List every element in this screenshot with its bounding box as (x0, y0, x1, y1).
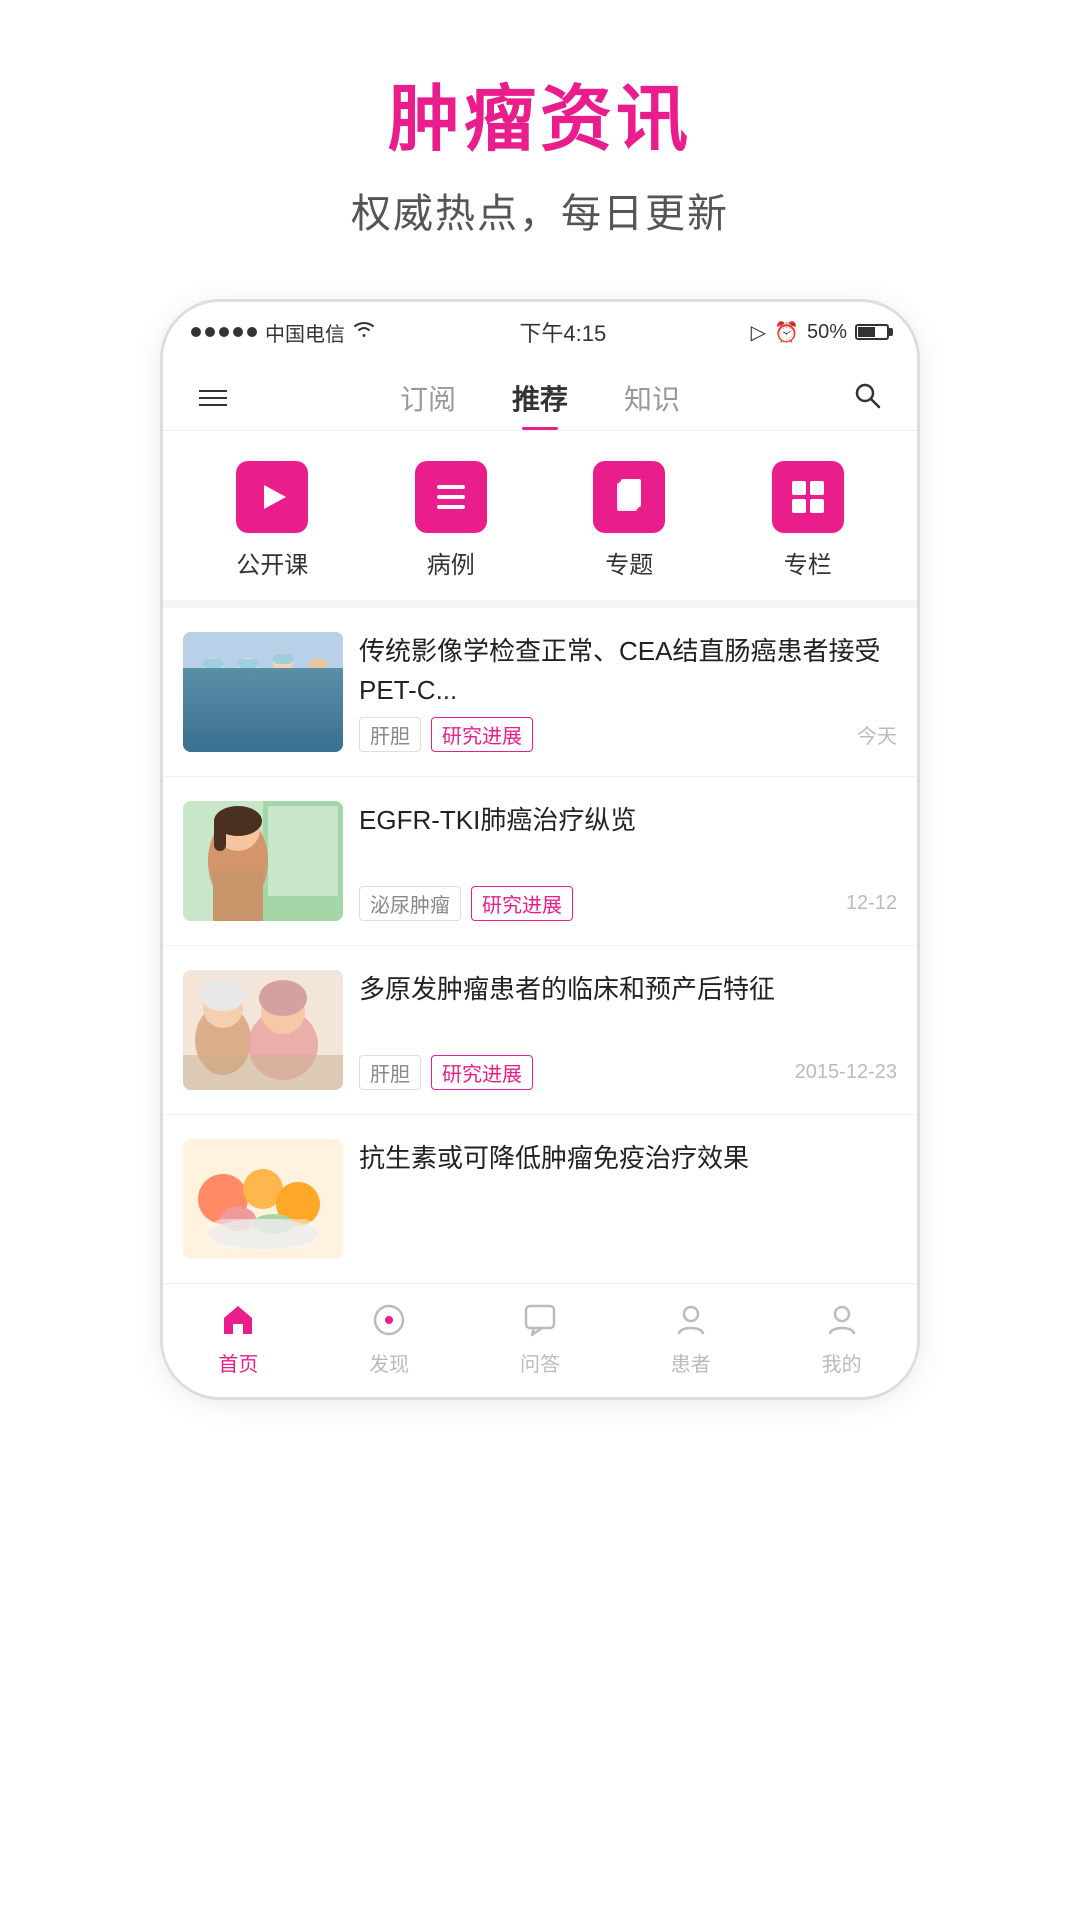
tag-hepatic: 肝胆 (359, 1055, 421, 1090)
topics-label: 专题 (605, 545, 653, 580)
tag-research: 研究进展 (431, 1055, 533, 1090)
article-title: EGFR-TKI肺癌治疗纵览 (359, 801, 897, 840)
article-list: 传统影像学检查正常、CEA结直肠癌患者接受PET-C... 肝胆 研究进展 今天 (163, 608, 917, 1283)
page-subtitle: 权威热点，每日更新 (351, 181, 729, 239)
topics-icon (593, 461, 665, 533)
search-button[interactable] (845, 373, 889, 424)
article-item[interactable]: EGFR-TKI肺癌治疗纵览 泌尿肿瘤 研究进展 12-12 (163, 777, 917, 946)
status-left: 中国电信 (191, 318, 375, 347)
category-topics[interactable]: 专题 (593, 461, 665, 580)
article-item[interactable]: 多原发肿瘤患者的临床和预产后特征 肝胆 研究进展 2015-12-23 (163, 946, 917, 1115)
article-thumb (183, 970, 343, 1090)
alarm-icon: ⏰ (774, 320, 799, 345)
battery-bar (855, 324, 889, 340)
categories: 公开课 病例 专题 (163, 431, 917, 608)
signal-dots (191, 327, 257, 337)
menu-button[interactable] (191, 382, 235, 414)
home-icon (216, 1298, 260, 1342)
category-opencourse[interactable]: 公开课 (236, 461, 308, 580)
bottom-nav: 首页 发现 问答 (163, 1283, 917, 1397)
columns-label: 专栏 (784, 545, 832, 580)
mine-icon (820, 1298, 864, 1342)
cases-label: 病例 (427, 545, 475, 580)
category-cases[interactable]: 病例 (415, 461, 487, 580)
article-item[interactable]: 传统影像学检查正常、CEA结直肠癌患者接受PET-C... 肝胆 研究进展 今天 (163, 608, 917, 777)
home-label: 首页 (218, 1348, 258, 1377)
article-meta: 肝胆 研究进展 今天 (359, 717, 897, 752)
tag-research: 研究进展 (471, 886, 573, 921)
patients-icon (669, 1298, 713, 1342)
location-icon: ▷ (751, 320, 766, 345)
bottom-nav-qa[interactable]: 问答 (465, 1298, 616, 1377)
status-time: 下午4:15 (519, 316, 606, 348)
patients-label: 患者 (671, 1348, 711, 1377)
bottom-nav-mine[interactable]: 我的 (766, 1298, 917, 1377)
category-columns[interactable]: 专栏 (772, 461, 844, 580)
article-content: 抗生素或可降低肿瘤免疫治疗效果 (359, 1139, 897, 1259)
bottom-nav-discover[interactable]: 发现 (314, 1298, 465, 1377)
article-date: 12-12 (846, 892, 897, 915)
cases-icon (415, 461, 487, 533)
opencourse-icon (236, 461, 308, 533)
article-thumb (183, 801, 343, 921)
article-meta: 肝胆 研究进展 2015-12-23 (359, 1055, 897, 1090)
carrier-label: 中国电信 (265, 318, 345, 347)
article-thumb (183, 632, 343, 752)
nav-bar: 订阅 推荐 知识 (163, 356, 917, 431)
qa-icon (518, 1298, 562, 1342)
status-bar: 中国电信 下午4:15 ▷ ⏰ 50% (163, 302, 917, 356)
phone-mockup: 中国电信 下午4:15 ▷ ⏰ 50% 订阅 (160, 299, 920, 1400)
discover-label: 发现 (369, 1348, 409, 1377)
article-meta: 泌尿肿瘤 研究进展 12-12 (359, 886, 897, 921)
article-item[interactable]: 抗生素或可降低肿瘤免疫治疗效果 (163, 1115, 917, 1283)
tab-knowledge[interactable]: 知识 (596, 366, 708, 430)
tag-research: 研究进展 (431, 717, 533, 752)
page-header: 肿瘤资讯 权威热点，每日更新 (351, 0, 729, 279)
bottom-nav-patients[interactable]: 患者 (615, 1298, 766, 1377)
nav-tabs: 订阅 推荐 知识 (235, 366, 845, 430)
tag-hepatic: 肝胆 (359, 717, 421, 752)
tab-recommend[interactable]: 推荐 (484, 366, 596, 430)
article-content: EGFR-TKI肺癌治疗纵览 泌尿肿瘤 研究进展 12-12 (359, 801, 897, 921)
article-title: 抗生素或可降低肿瘤免疫治疗效果 (359, 1139, 897, 1178)
article-content: 多原发肿瘤患者的临床和预产后特征 肝胆 研究进展 2015-12-23 (359, 970, 897, 1090)
article-thumb (183, 1139, 343, 1259)
article-content: 传统影像学检查正常、CEA结直肠癌患者接受PET-C... 肝胆 研究进展 今天 (359, 632, 897, 752)
article-title: 多原发肿瘤患者的临床和预产后特征 (359, 970, 897, 1009)
article-date: 2015-12-23 (795, 1061, 897, 1084)
opencourse-label: 公开课 (236, 545, 308, 580)
qa-label: 问答 (520, 1348, 560, 1377)
discover-icon (367, 1298, 411, 1342)
article-title: 传统影像学检查正常、CEA结直肠癌患者接受PET-C... (359, 632, 897, 710)
tag-urologic: 泌尿肿瘤 (359, 886, 461, 921)
wifi-icon (353, 320, 375, 344)
tab-subscribe[interactable]: 订阅 (372, 366, 484, 430)
article-date: 今天 (857, 720, 897, 749)
bottom-nav-home[interactable]: 首页 (163, 1298, 314, 1377)
page-title: 肿瘤资讯 (351, 60, 729, 165)
status-right: ▷ ⏰ 50% (751, 320, 889, 345)
battery-percent: 50% (807, 321, 847, 344)
columns-icon (772, 461, 844, 533)
mine-label: 我的 (822, 1348, 862, 1377)
